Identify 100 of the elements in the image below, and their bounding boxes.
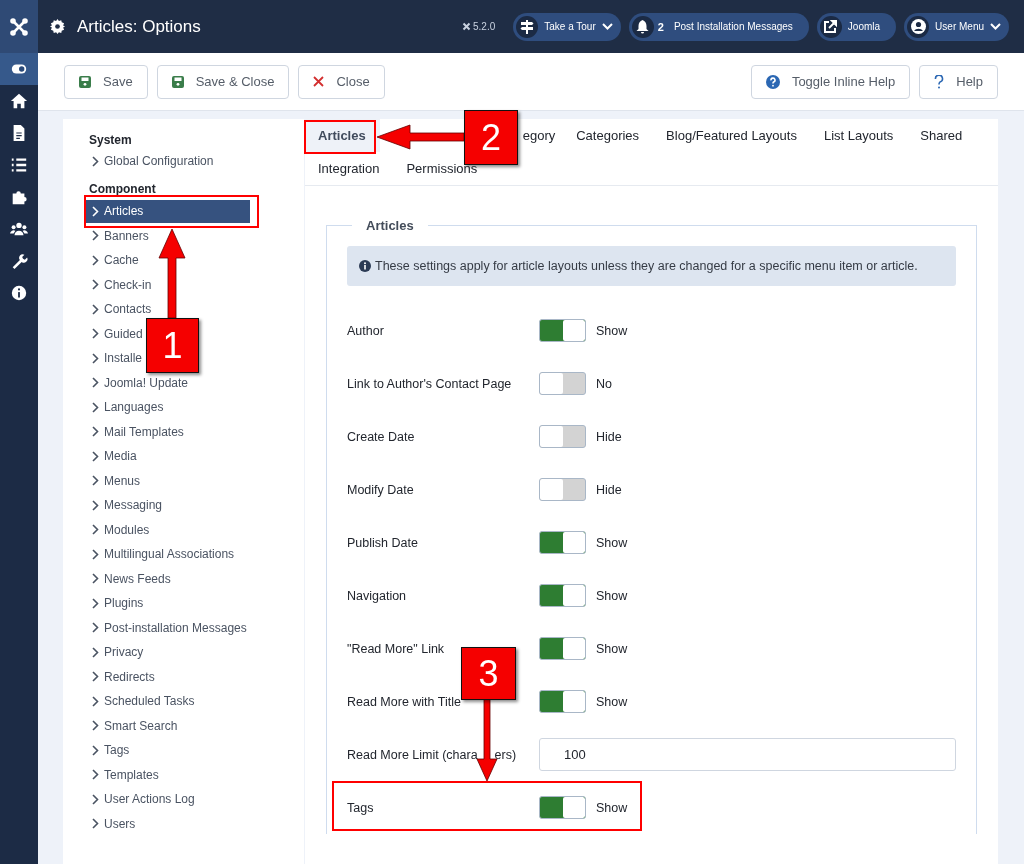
chevron-right-icon — [92, 793, 99, 805]
sidebar-item[interactable]: Articles — [86, 199, 250, 223]
option-label: Navigation — [347, 588, 408, 603]
chevron-right-icon — [92, 818, 99, 830]
toggle-switch[interactable] — [539, 425, 586, 448]
tab[interactable]: Shared — [907, 119, 977, 152]
number-field[interactable]: 100 — [539, 738, 956, 771]
sidebar-item[interactable]: Smart Search — [89, 713, 182, 738]
caret-icon — [990, 23, 1001, 30]
option-label: Tags — [347, 800, 375, 815]
sidebar-item[interactable]: Post-installation Messages — [89, 615, 251, 640]
chevron-right-icon — [92, 548, 99, 560]
sidebar-item[interactable]: Cache — [89, 248, 143, 273]
toggle-switch[interactable] — [539, 637, 586, 660]
switch-value: No — [596, 376, 612, 391]
sidebar-item[interactable]: Mail Templates — [89, 419, 188, 444]
puzzle-icon[interactable] — [10, 188, 28, 206]
chevron-right-icon — [92, 671, 99, 683]
toolbar-button[interactable]: Save & Close — [156, 64, 290, 99]
switch-value: Show — [596, 800, 628, 815]
info-icon[interactable] — [10, 284, 28, 302]
sidebar-item[interactable]: Privacy — [89, 640, 148, 665]
chevron-right-icon — [92, 303, 99, 315]
highlight-frame — [304, 120, 376, 154]
gear-icon — [50, 19, 65, 34]
chevron-right-icon — [92, 744, 99, 756]
help-icon — [934, 74, 945, 89]
chevron-right-icon — [92, 646, 99, 658]
header-button[interactable]: 2 Post Installation Messages — [628, 12, 809, 41]
sidebar-item[interactable]: Plugins — [89, 591, 148, 616]
option-label: Publish Date — [347, 535, 419, 550]
chevron-right-icon — [92, 499, 99, 511]
user-icon — [910, 19, 926, 34]
caret-icon — [601, 23, 613, 30]
sidebar-item[interactable]: Media — [89, 444, 141, 469]
toggle-switch[interactable] — [539, 690, 586, 713]
fieldset-legend: Articles — [352, 218, 428, 233]
sidebar-item[interactable]: Scheduled Tasks — [89, 689, 199, 714]
sidebar-item[interactable]: Users — [89, 811, 140, 836]
home-icon[interactable] — [10, 92, 28, 110]
switch-value: Show — [596, 694, 628, 709]
sidebar-item[interactable]: Modules — [89, 517, 154, 542]
toggle-switch[interactable] — [539, 796, 586, 819]
group-title: Component — [89, 181, 157, 196]
sidebar-item[interactable]: Languages — [89, 395, 168, 420]
toolbar-button[interactable]: Close — [298, 64, 385, 99]
toggle-switch[interactable] — [539, 372, 586, 395]
sidebar-item[interactable]: News Feeds — [89, 566, 175, 591]
sidebar-item[interactable]: Multilingual Associations — [89, 542, 239, 567]
chevron-right-icon — [92, 622, 99, 634]
tab[interactable]: List Layouts — [810, 119, 908, 152]
chevron-right-icon — [92, 328, 99, 340]
sidebar-item[interactable]: Tags — [89, 738, 134, 763]
switch-value: Show — [596, 641, 628, 656]
step-number: 2 — [464, 110, 518, 165]
switch-value: Hide — [596, 482, 622, 497]
users-icon[interactable] — [10, 220, 28, 238]
switch-value: Show — [596, 323, 628, 338]
sidebar-item[interactable]: Guided — [89, 321, 147, 346]
toggle-switch[interactable] — [539, 584, 586, 607]
toggle-switch[interactable] — [539, 531, 586, 554]
sidebar-item[interactable]: Menus — [89, 468, 145, 493]
chevron-right-icon — [92, 695, 99, 707]
list-icon[interactable] — [10, 156, 28, 174]
logo-icon — [10, 17, 28, 36]
toolbar-button[interactable]: Save — [64, 64, 148, 99]
sidebar-item[interactable]: Redirects — [89, 664, 159, 689]
option-label: Read More with Title — [347, 694, 462, 709]
sidebar-item[interactable]: Check-in — [89, 272, 156, 297]
option-label: "Read More" Link — [347, 641, 446, 656]
group-title: System — [89, 133, 133, 147]
wrench-icon[interactable] — [10, 252, 28, 270]
sidebar-item[interactable]: Global Configuration — [89, 149, 218, 174]
header-button[interactable]: Take a Tour — [513, 12, 621, 41]
chevron-right-icon — [92, 205, 99, 217]
chevron-right-icon — [92, 426, 99, 438]
tab[interactable]: Blog/Featured Layouts — [653, 119, 811, 152]
chevron-right-icon — [92, 155, 99, 167]
tab[interactable]: Categories — [563, 119, 654, 152]
step-number: 3 — [461, 647, 516, 700]
header-button[interactable]: User Menu — [904, 12, 1009, 41]
close-icon — [313, 76, 325, 87]
save-icon — [171, 75, 184, 88]
sidebar-item[interactable]: Templates — [89, 762, 163, 787]
chevron-right-icon — [92, 230, 99, 242]
toolbar-button[interactable]: Help — [919, 64, 998, 99]
sidebar-item[interactable]: Installe — [89, 346, 147, 371]
sidebar-item[interactable]: Banners — [89, 223, 153, 248]
toolbar-button[interactable]: Toggle Inline Help — [750, 64, 911, 99]
option-label: Author — [347, 323, 385, 338]
sidebar-item[interactable]: Messaging — [89, 493, 167, 518]
tab[interactable]: Integration — [305, 152, 394, 185]
sidebar-item[interactable]: Joomla! Update — [89, 370, 193, 395]
option-label: ers) — [494, 747, 517, 762]
toggle-switch[interactable] — [539, 478, 586, 501]
toggle-switch[interactable] — [539, 319, 586, 342]
header-button[interactable]: Joomla — [816, 12, 897, 41]
sidebar-item[interactable]: User Actions Log — [89, 787, 199, 812]
option-label: Read More Limit (chara — [347, 747, 478, 762]
signpost-icon — [520, 19, 535, 34]
